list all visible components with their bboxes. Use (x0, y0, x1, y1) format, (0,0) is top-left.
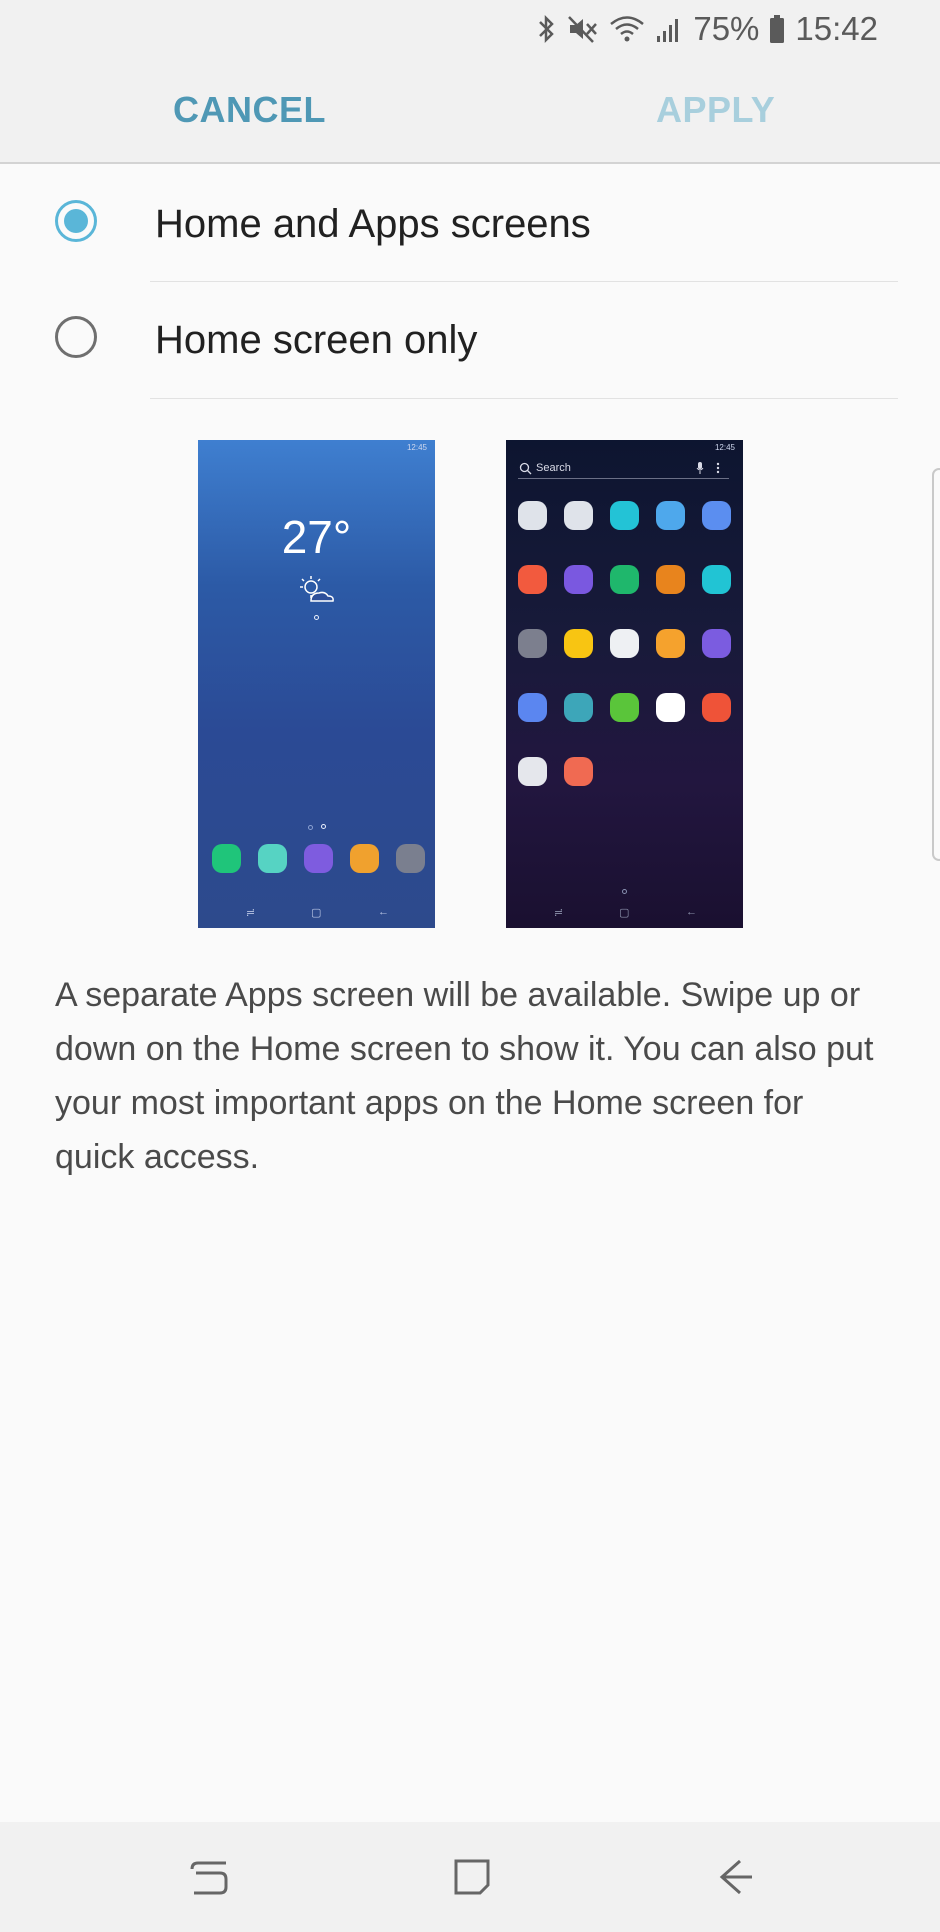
divider (150, 398, 898, 399)
more-icon (716, 462, 720, 474)
mini-nav-bar: ≓ ▢ ← (506, 906, 743, 922)
mini-home-icon: ▢ (619, 907, 630, 919)
status-icons: 75% 15:42 (535, 8, 878, 50)
app-icon (610, 693, 639, 722)
dock-app-icon (396, 844, 425, 873)
app-icon (656, 501, 685, 530)
mini-recents-icon: ≓ (246, 907, 256, 919)
mic-icon (696, 462, 704, 474)
signal-icon (655, 14, 683, 44)
app-icon (610, 565, 639, 594)
app-icon (702, 501, 731, 530)
app-icon (564, 565, 593, 594)
option-home-only[interactable]: Home screen only (0, 282, 940, 398)
apply-button[interactable]: APPLY (656, 58, 775, 162)
mini-status-time: 12:45 (406, 443, 427, 452)
app-icon (518, 693, 547, 722)
navigation-bar (0, 1822, 940, 1932)
page-indicator-dot (622, 889, 627, 894)
option-label: Home and Apps screens (155, 202, 591, 246)
description-text: A separate Apps screen will be available… (55, 976, 874, 1176)
mini-home-icon: ▢ (311, 907, 322, 919)
mini-status-time: 12:45 (714, 443, 735, 452)
back-icon[interactable] (716, 1855, 756, 1899)
app-icon (518, 757, 547, 786)
option-home-and-apps[interactable]: Home and Apps screens (0, 166, 940, 282)
wifi-icon (609, 14, 645, 44)
mute-icon (567, 14, 599, 44)
clock: 15:42 (795, 10, 878, 47)
mini-nav-bar: ≓ ▢ ← (198, 906, 435, 922)
page-indicator-dot (314, 615, 319, 620)
dock-app-icon (350, 844, 379, 873)
app-icon (656, 565, 685, 594)
app-icon (702, 629, 731, 658)
battery-icon (769, 14, 785, 44)
app-icon (656, 693, 685, 722)
option-label: Home screen only (155, 318, 478, 362)
app-icon (656, 629, 685, 658)
dock-app-icon (212, 844, 241, 873)
radio-button-selected[interactable] (55, 200, 97, 242)
bluetooth-icon (535, 14, 557, 44)
dock-app-icon (258, 844, 287, 873)
app-icon (564, 693, 593, 722)
radio-button-unselected[interactable] (55, 316, 97, 358)
edge-panel-handle[interactable] (932, 468, 940, 861)
recents-icon[interactable] (190, 1855, 230, 1899)
battery-percent: 75% (693, 10, 760, 47)
mini-recents-icon: ≓ (554, 907, 564, 919)
app-icon (610, 501, 639, 530)
action-bar: CANCEL APPLY (0, 58, 940, 164)
app-icon (518, 629, 547, 658)
app-icon (702, 565, 731, 594)
app-icon (518, 565, 547, 594)
search-icon (519, 462, 532, 475)
home-icon[interactable] (452, 1855, 492, 1899)
mini-back-icon: ← (686, 906, 697, 918)
mini-back-icon: ← (378, 906, 389, 918)
mini-search-bar: Search (518, 460, 729, 479)
apps-screen-preview: 12:45 Search ≓ ▢ ← (506, 440, 743, 928)
mini-search-label: Search (536, 462, 571, 474)
home-screen-preview: 12:45 27° ≓ ▢ ← (198, 440, 435, 928)
app-icon (518, 501, 547, 530)
app-icon (564, 501, 593, 530)
page-indicator-dot (308, 825, 313, 830)
app-icon (564, 629, 593, 658)
app-icon (564, 757, 593, 786)
weather-icon (300, 576, 334, 602)
app-icon (610, 629, 639, 658)
radio-dot (64, 209, 88, 233)
weather-temperature: 27° (281, 511, 352, 563)
status-bar: 75% 15:42 (0, 0, 940, 58)
page-indicator-dot (321, 824, 326, 829)
app-icon (702, 693, 731, 722)
cancel-button[interactable]: CANCEL (173, 58, 326, 162)
dock-app-icon (304, 844, 333, 873)
